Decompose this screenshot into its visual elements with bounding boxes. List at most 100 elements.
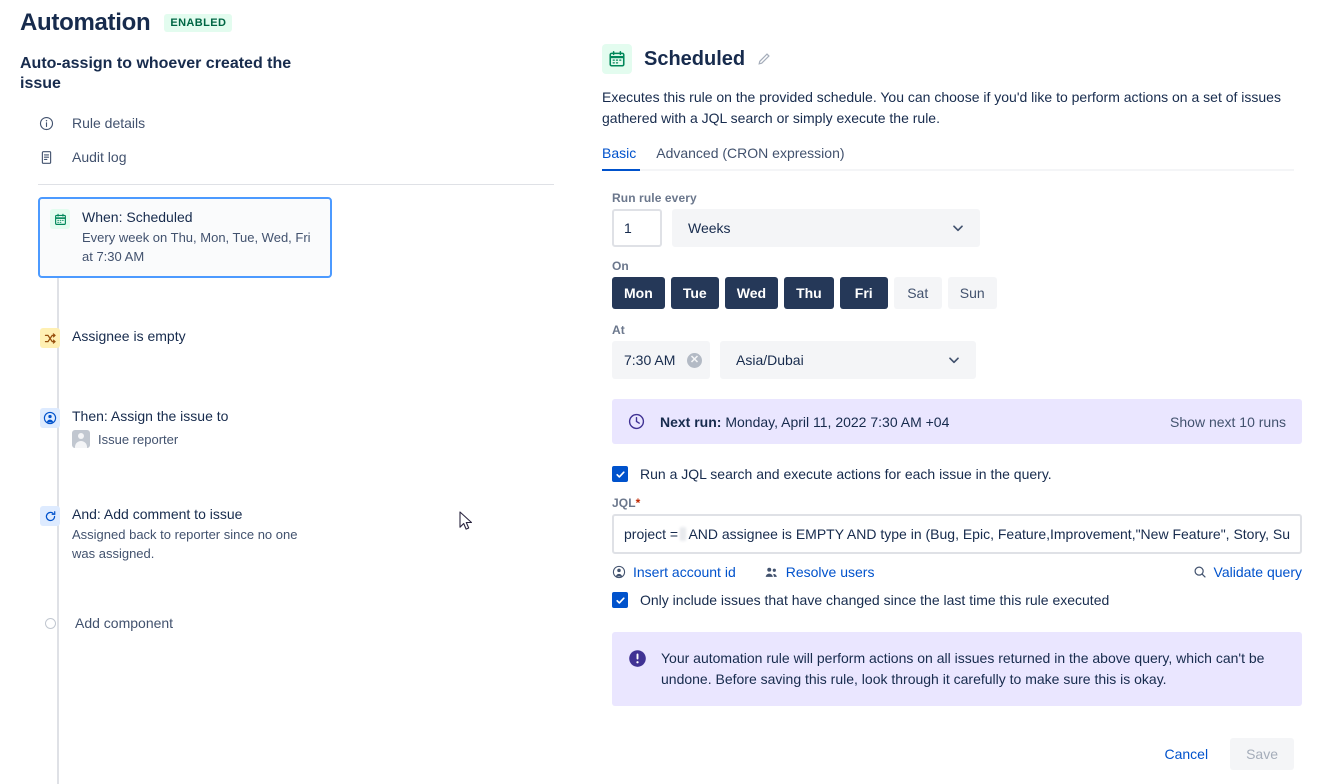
tab-advanced-cron[interactable]: Advanced (CRON expression): [656, 145, 844, 169]
rule-nav: Rule details Audit log: [20, 106, 572, 174]
at-label: At: [612, 323, 625, 337]
on-label: On: [612, 259, 629, 273]
sidebar-item-rule-details[interactable]: Rule details: [20, 106, 572, 140]
resolve-users-label: Resolve users: [785, 564, 875, 580]
rule-component-action-add-comment[interactable]: And: Add comment to issue Assigned back …: [20, 494, 572, 563]
required-marker: *: [635, 496, 641, 510]
day-button-sat[interactable]: Sat: [893, 277, 942, 309]
chevron-down-icon: [950, 220, 966, 236]
person-icon: [612, 565, 626, 579]
next-run-text: Next run: Monday, April 11, 2022 7:30 AM…: [660, 414, 1156, 430]
warning-banner: Your automation rule will perform action…: [612, 632, 1302, 706]
interval-unit-value: Weeks: [688, 220, 731, 236]
validate-query-label: Validate query: [1213, 564, 1302, 580]
jql-actions: Insert account id Resolve users Validate…: [612, 564, 1302, 580]
show-next-runs-link[interactable]: Show next 10 runs: [1170, 414, 1286, 430]
warning-icon: [628, 649, 647, 668]
jql-value-suffix: AND assignee is EMPTY AND type in (Bug, …: [688, 526, 1290, 542]
detail-header: Scheduled: [602, 44, 1294, 74]
jql-label-text: JQL: [612, 496, 636, 510]
jql-search-checkbox-row[interactable]: Run a JQL search and execute actions for…: [612, 466, 1294, 482]
cancel-button[interactable]: Cancel: [1154, 738, 1218, 770]
interval-value-input[interactable]: [612, 209, 662, 247]
run-rule-every-row: Weeks: [612, 209, 1294, 247]
condition-shuffle-icon: [40, 328, 60, 348]
automation-rule-editor: Automation ENABLED Auto-assign to whoeve…: [0, 0, 1326, 784]
only-changed-checkbox-label: Only include issues that have changed si…: [640, 592, 1110, 608]
component-title: When: Scheduled: [82, 209, 193, 225]
avatar: [72, 430, 90, 448]
rule-component-chain: When: Scheduled Every week on Thu, Mon, …: [20, 197, 572, 784]
chevron-down-icon: [946, 352, 962, 368]
detail-tabs: Basic Advanced (CRON expression): [602, 145, 1294, 171]
calendar-icon: [602, 44, 632, 74]
save-button: Save: [1230, 738, 1294, 770]
run-rule-every-label: Run rule every: [612, 191, 697, 205]
timezone-value: Asia/Dubai: [736, 352, 804, 368]
detail-title: Scheduled: [644, 47, 746, 70]
calendar-icon: [50, 209, 70, 229]
pencil-icon[interactable]: [757, 52, 771, 66]
sidebar-item-label: Rule details: [72, 115, 146, 131]
sidebar-item-audit-log[interactable]: Audit log: [20, 140, 572, 174]
component-title: Assignee is empty: [72, 328, 186, 344]
component-detail-panel: Scheduled Executes this rule on the prov…: [592, 0, 1326, 784]
page-title: Automation: [20, 9, 151, 36]
next-run-banner: Next run: Monday, April 11, 2022 7:30 AM…: [612, 399, 1302, 444]
component-title: And: Add comment to issue: [72, 506, 243, 522]
rule-sidebar: Automation ENABLED Auto-assign to whoeve…: [0, 0, 592, 784]
clear-time-icon[interactable]: ✕: [687, 352, 702, 368]
jql-search-checkbox-label: Run a JQL search and execute actions for…: [640, 466, 1052, 482]
timezone-select[interactable]: Asia/Dubai: [720, 341, 976, 379]
status-badge: ENABLED: [164, 14, 233, 32]
rule-component-trigger-scheduled[interactable]: When: Scheduled Every week on Thu, Mon, …: [38, 197, 332, 278]
empty-circle-icon: [45, 617, 56, 629]
day-of-week-group: Mon Tue Wed Thu Fri Sat Sun: [612, 277, 1294, 309]
next-run-label: Next run:: [660, 413, 722, 430]
interval-unit-select[interactable]: Weeks: [672, 209, 980, 247]
component-subtitle: Assigned back to reporter since no one w…: [72, 527, 298, 561]
clock-icon: [628, 413, 646, 430]
warning-text: Your automation rule will perform action…: [661, 650, 1265, 687]
day-button-fri[interactable]: Fri: [839, 277, 888, 309]
redacted-project-value: [680, 527, 687, 541]
only-changed-checkbox[interactable]: [612, 592, 628, 608]
search-icon: [1193, 565, 1207, 579]
rule-component-condition-assignee-empty[interactable]: Assignee is empty: [20, 316, 572, 348]
tab-basic[interactable]: Basic: [602, 145, 636, 169]
detail-description: Executes this rule on the provided sched…: [602, 89, 1281, 126]
sidebar-divider: [38, 184, 554, 185]
component-subtitle: Every week on Thu, Mon, Tue, Wed, Fri at…: [82, 230, 311, 264]
rule-component-action-assign[interactable]: Then: Assign the issue to Issue reporter: [20, 396, 572, 448]
next-run-value: Monday, April 11, 2022 7:30 AM +04: [725, 413, 950, 430]
add-component-button[interactable]: Add component: [20, 615, 572, 631]
jql-field-label: JQL*: [612, 496, 1294, 510]
day-button-sun[interactable]: Sun: [947, 277, 997, 309]
only-changed-checkbox-row[interactable]: Only include issues that have changed si…: [612, 592, 1294, 608]
document-icon: [38, 149, 54, 165]
day-button-tue[interactable]: Tue: [670, 277, 719, 309]
day-button-thu[interactable]: Thu: [784, 277, 834, 309]
validate-query-link[interactable]: Validate query: [1193, 564, 1302, 580]
page-header: Automation ENABLED: [20, 0, 572, 42]
day-button-mon[interactable]: Mon: [612, 277, 665, 309]
refresh-icon: [40, 506, 60, 526]
component-title: Then: Assign the issue to: [72, 408, 229, 424]
insert-account-id-link[interactable]: Insert account id: [612, 564, 736, 580]
jql-search-checkbox[interactable]: [612, 466, 628, 482]
time-input[interactable]: 7:30 AM ✕: [612, 341, 710, 379]
day-button-wed[interactable]: Wed: [724, 277, 779, 309]
people-icon: [764, 565, 779, 580]
resolve-users-link[interactable]: Resolve users: [764, 564, 875, 580]
time-value: 7:30 AM: [624, 352, 676, 368]
detail-footer: Cancel Save: [1154, 738, 1294, 770]
sidebar-item-label: Audit log: [72, 149, 127, 165]
schedule-form: Run rule every Weeks On Mon Tue Wed Thu …: [602, 191, 1302, 706]
jql-input[interactable]: project = AND assignee is EMPTY AND type…: [612, 514, 1302, 554]
add-component-label: Add component: [75, 615, 174, 631]
rule-name: Auto-assign to whoever created the issue: [20, 55, 292, 92]
info-circle-icon: [38, 115, 54, 131]
at-row: 7:30 AM ✕ Asia/Dubai: [612, 341, 1294, 379]
component-assignee-label: Issue reporter: [98, 431, 179, 447]
person-circle-icon: [40, 408, 60, 428]
